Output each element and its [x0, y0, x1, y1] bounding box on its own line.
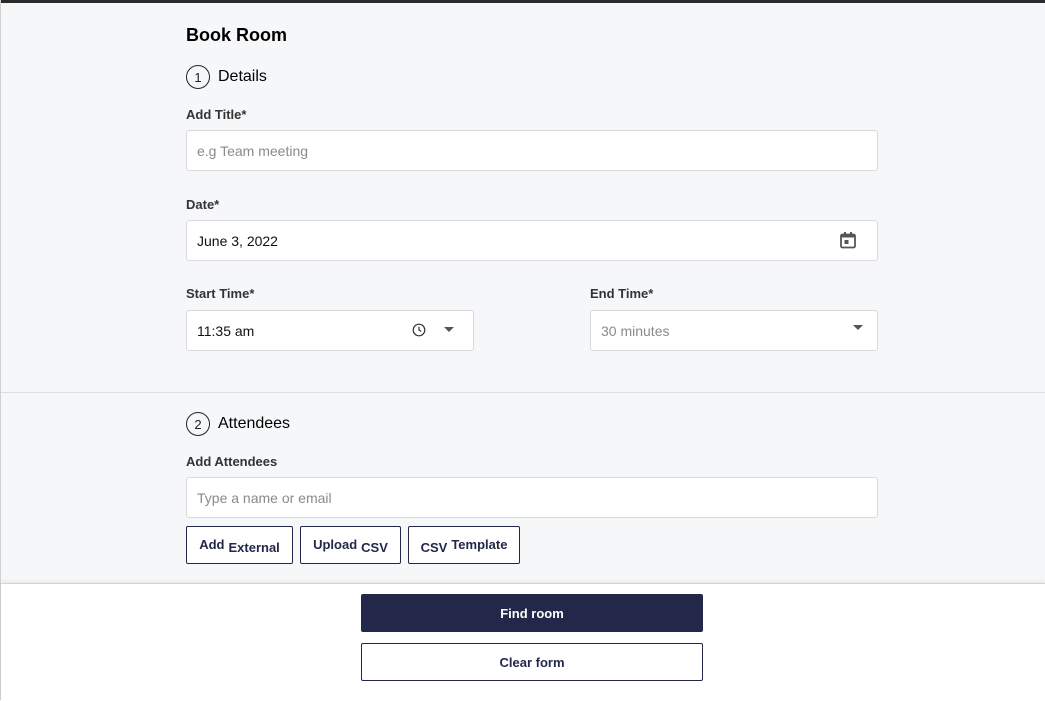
start-time-select[interactable]: 11:35 am — [186, 310, 474, 351]
csv-template-label-1: CSV — [420, 539, 448, 555]
find-room-button[interactable]: Find room — [361, 594, 703, 632]
attendees-input[interactable]: Type a name or email — [186, 477, 878, 518]
upload-csv-label-1: Upload — [313, 536, 358, 552]
title-label: Add Title* — [186, 107, 247, 122]
step-number-badge: 2 — [186, 412, 210, 436]
start-time-value: 11:35 am — [197, 322, 255, 339]
add-external-label-1: Add — [199, 536, 225, 552]
title-input[interactable]: e.g Team meeting — [186, 130, 878, 171]
add-external-label-2: External — [228, 539, 280, 555]
step-number-badge: 1 — [186, 65, 210, 89]
details-heading: Details — [218, 68, 267, 85]
date-value: June 3, 2022 — [197, 232, 278, 249]
clear-form-button[interactable]: Clear form — [361, 643, 703, 681]
calendar-icon[interactable] — [838, 230, 858, 250]
section-divider — [1, 392, 1045, 393]
add-external-button[interactable]: Add External — [186, 526, 293, 564]
attendees-section-header: 2 Attendees — [186, 412, 290, 436]
csv-template-button[interactable]: CSV Template — [408, 526, 520, 564]
attendees-placeholder: Type a name or email — [197, 489, 332, 506]
upload-csv-label-2: CSV — [361, 539, 388, 555]
title-placeholder: e.g Team meeting — [197, 142, 309, 159]
date-label: Date* — [186, 197, 220, 212]
end-time-label: End Time* — [590, 286, 654, 301]
page-title: Book Room — [186, 25, 287, 45]
chevron-down-icon[interactable] — [851, 323, 865, 333]
chevron-down-icon[interactable] — [442, 325, 456, 335]
attendees-heading: Attendees — [218, 415, 291, 432]
clock-icon — [410, 321, 428, 339]
csv-template-label-2: Template — [451, 536, 508, 552]
attendees-label: Add Attendees — [186, 454, 278, 469]
upload-csv-button[interactable]: Upload CSV — [300, 526, 401, 564]
window-top-bar — [0, 0, 1045, 3]
end-time-select[interactable]: 30 minutes — [590, 310, 878, 351]
start-time-label: Start Time* — [186, 286, 255, 301]
date-input[interactable]: June 3, 2022 — [186, 220, 878, 261]
end-time-value: 30 minutes — [601, 322, 670, 339]
details-section-header: 1 Details — [186, 65, 267, 89]
